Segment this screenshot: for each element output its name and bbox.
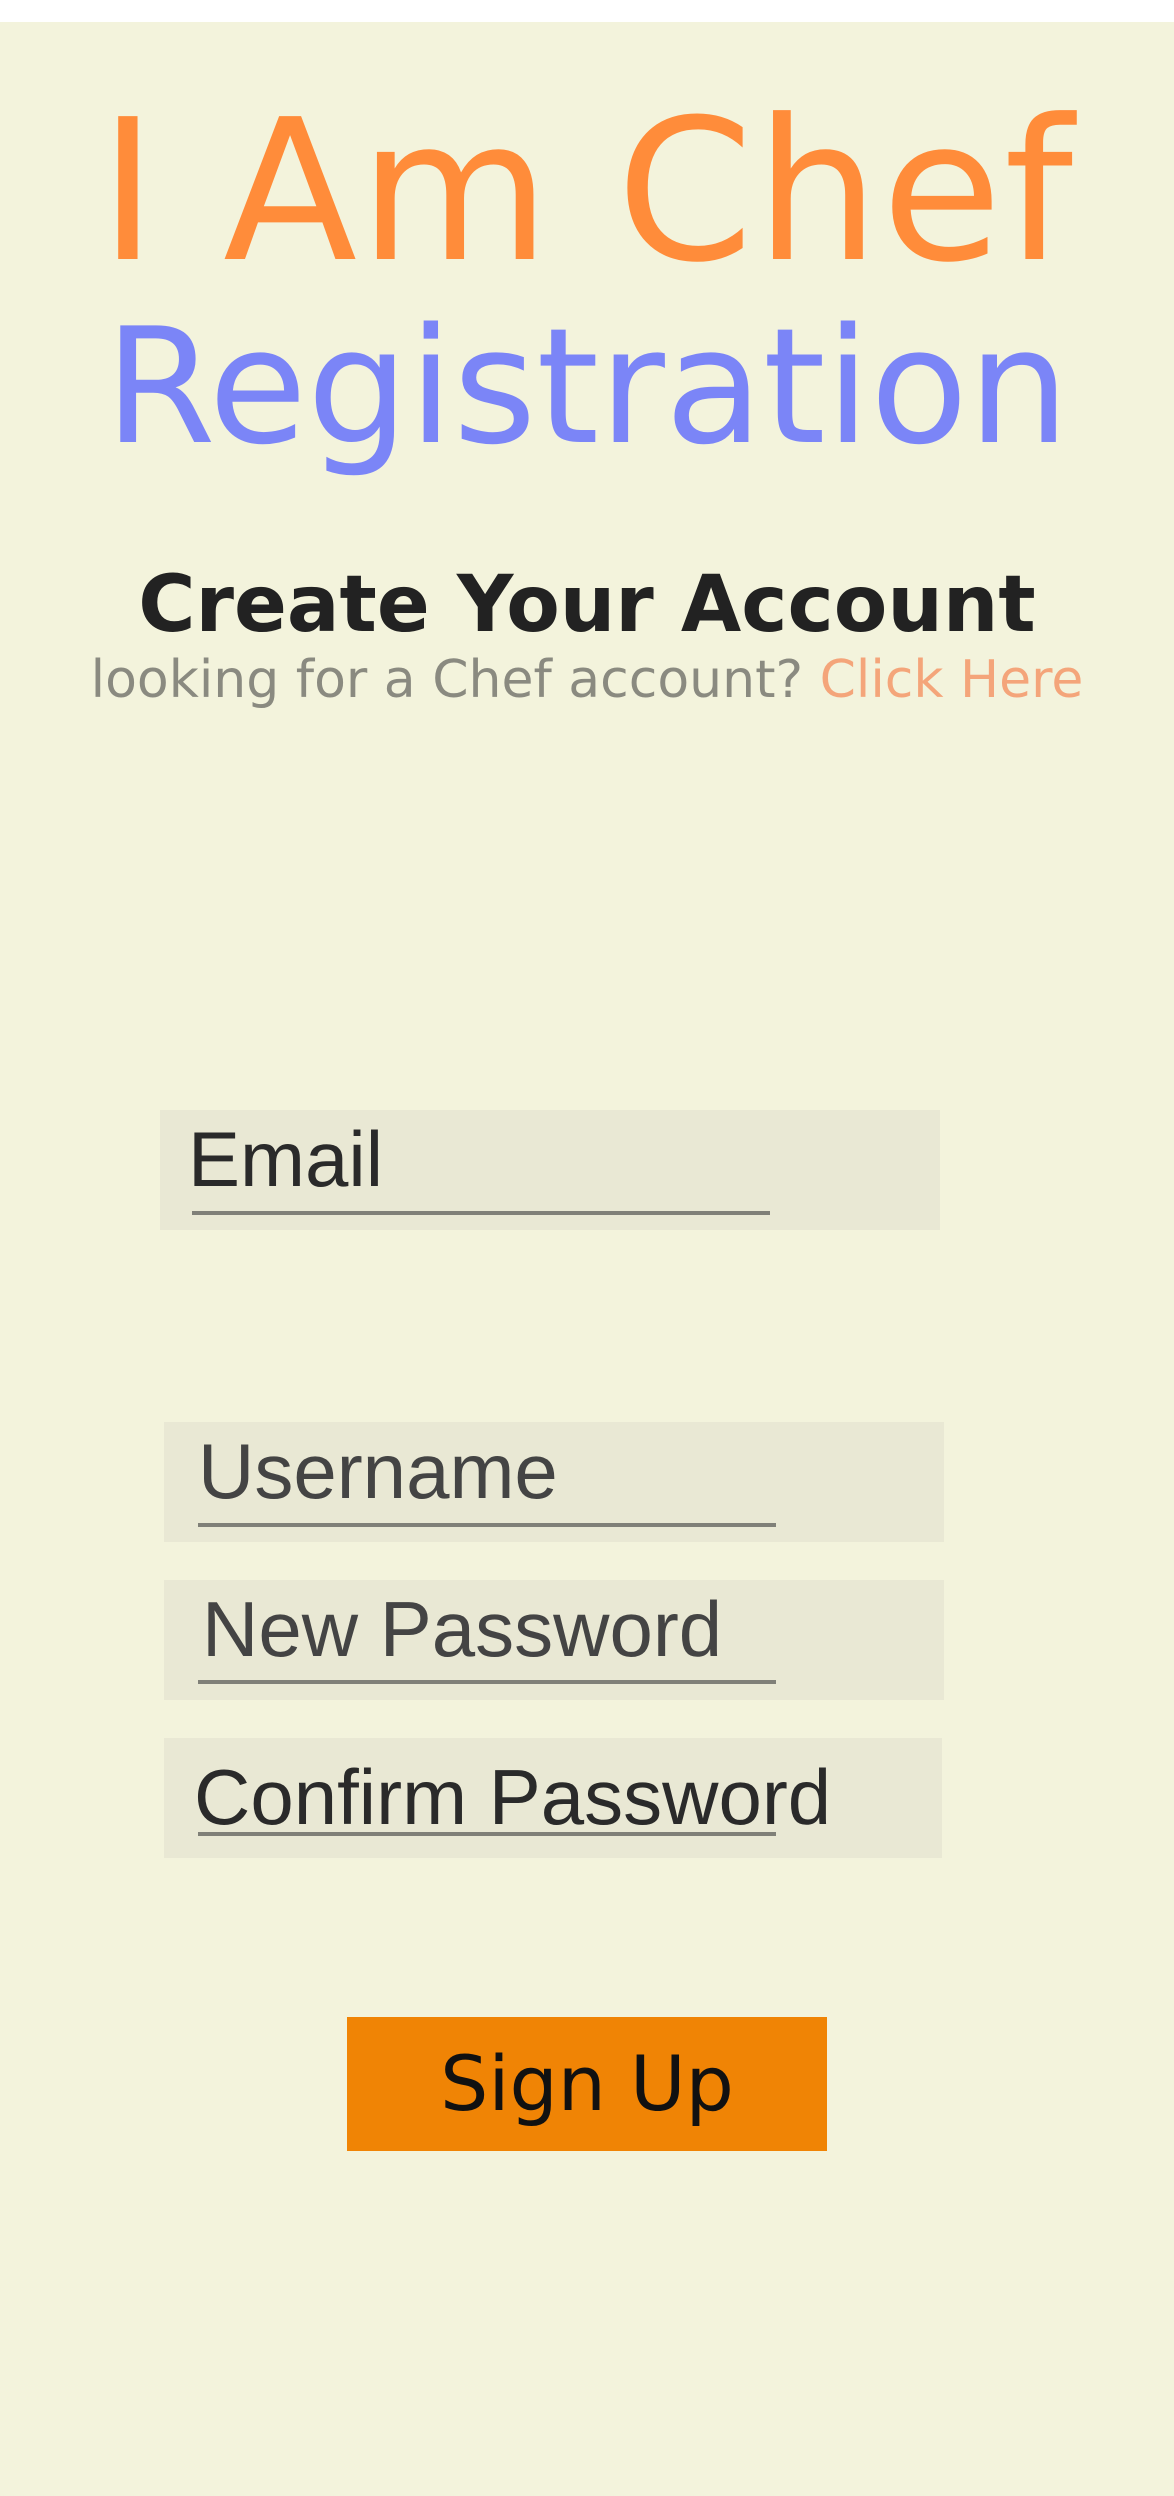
- page-title: Registration: [104, 293, 1070, 480]
- chef-account-prompt: looking for a Chef account? Click Here: [0, 648, 1174, 712]
- new-password-field[interactable]: New Password: [164, 1580, 944, 1700]
- confirm-password-placeholder: Confirm Password: [194, 1753, 832, 1841]
- confirm-password-underline: [198, 1832, 776, 1836]
- confirm-password-field[interactable]: Confirm Password: [164, 1738, 942, 1858]
- click-here-link[interactable]: Click Here: [820, 650, 1084, 710]
- app-title: I Am Chef: [98, 78, 1076, 306]
- username-placeholder: Username: [198, 1427, 558, 1515]
- email-underline: [192, 1211, 770, 1215]
- chef-account-prompt-text: looking for a Chef account?: [90, 650, 804, 710]
- new-password-underline: [198, 1680, 776, 1684]
- email-placeholder: Email: [188, 1115, 384, 1203]
- username-field[interactable]: Username: [164, 1422, 944, 1542]
- new-password-placeholder: New Password: [202, 1585, 723, 1673]
- registration-page: I Am Chef Registration Create Your Accou…: [0, 22, 1174, 2496]
- email-field[interactable]: Email: [160, 1110, 940, 1230]
- sign-up-button[interactable]: Sign Up: [347, 2017, 827, 2151]
- username-underline: [198, 1523, 776, 1527]
- create-account-heading: Create Your Account: [138, 560, 1036, 650]
